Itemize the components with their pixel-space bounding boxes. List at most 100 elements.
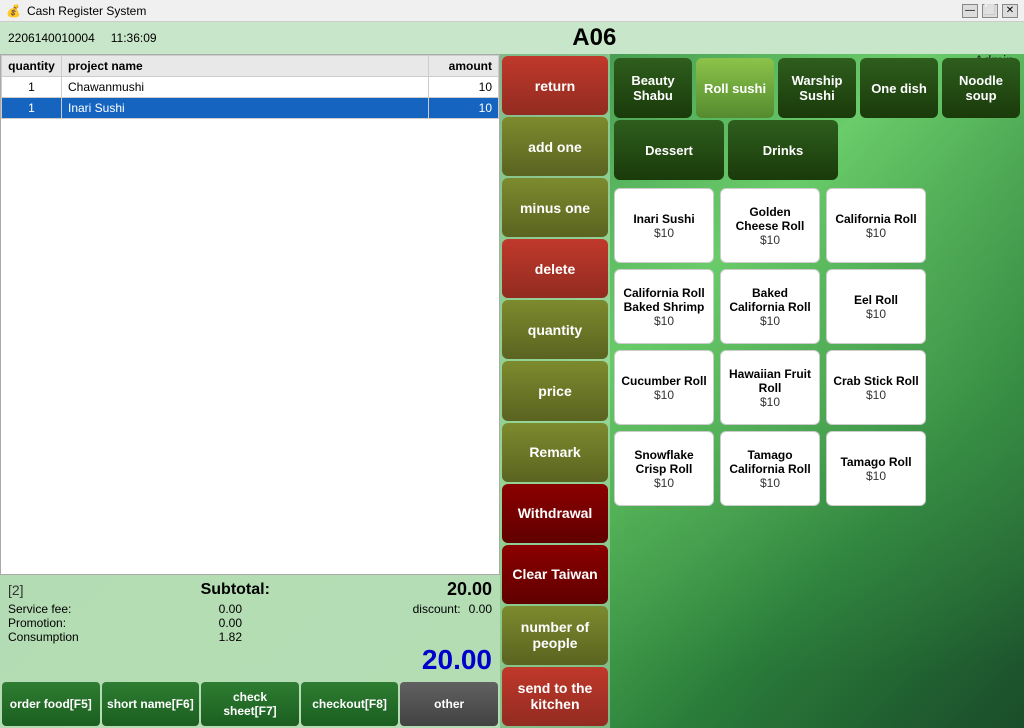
discount-label: discount: [413,602,461,616]
menu-item-price: $10 [760,395,780,409]
total-row: 20.00 [8,644,492,676]
title-bar-left: 💰 Cash Register System [6,4,146,18]
menu-item-name: Eel Roll [854,293,898,307]
menu-item[interactable]: Eel Roll $10 [826,269,926,344]
category-beauty-shabu[interactable]: Beauty Shabu [614,58,692,118]
row-qty: 1 [2,77,62,98]
clear-taiwan-button[interactable]: Clear Taiwan [502,545,608,604]
menu-item-price: $10 [866,226,886,240]
subtotal-label: Subtotal: [201,581,270,599]
withdrawal-button[interactable]: Withdrawal [502,484,608,543]
category-one-dish[interactable]: One dish [860,58,938,118]
menu-item-price: $10 [654,314,674,328]
menu-item-price: $10 [760,476,780,490]
category-row-2: Dessert Drinks [614,120,1020,180]
menu-item-price: $10 [654,476,674,490]
close-button[interactable]: ✕ [1002,4,1018,18]
remark-button[interactable]: Remark [502,423,608,482]
checkout-button[interactable]: checkout[F8] [301,682,399,726]
order-tbody: 1 Chawanmushi 10 1 Inari Sushi 10 [2,77,499,119]
category-drinks[interactable]: Drinks [728,120,838,180]
maximize-button[interactable]: ⬜ [982,4,998,18]
minus-one-button[interactable]: minus one [502,178,608,237]
menu-item-name: Tamago California Roll [727,448,813,476]
header-name: project name [62,56,429,77]
menu-item[interactable]: Tamago Roll $10 [826,431,926,506]
menu-item-name: California Roll [835,212,916,226]
menu-item-price: $10 [654,388,674,402]
category-dessert[interactable]: Dessert [614,120,724,180]
order-table: quantity project name amount 1 Chawanmus… [1,55,499,119]
row-amount: 10 [429,77,499,98]
fees-left: Service fee: 0.00 Promotion: 0.00 Consum… [8,602,242,644]
menu-item-name: Inari Sushi [633,212,694,226]
price-button[interactable]: price [502,361,608,420]
promotion-value: 0.00 [219,616,242,630]
title-bar: 💰 Cash Register System — ⬜ ✕ [0,0,1024,22]
menu-item[interactable]: Cucumber Roll $10 [614,350,714,425]
menu-item-price: $10 [866,307,886,321]
menu-item-name: Cucumber Roll [621,374,706,388]
action-buttons-column: return add one minus one delete quantity… [500,54,610,728]
menu-item[interactable]: Inari Sushi $10 [614,188,714,263]
info-bar: 2206140010004 11:36:09 A06 Admin [0,22,1024,54]
subtotal-row: [2] Subtotal: 20.00 [8,579,492,600]
footer-area: [2] Subtotal: 20.00 Service fee: 0.00 Pr… [0,575,500,680]
minimize-button[interactable]: — [962,4,978,18]
menu-item-price: $10 [866,469,886,483]
session-time: 11:36:09 [111,31,157,45]
row-name: Inari Sushi [62,98,429,119]
consumption-value: 1.82 [219,630,242,644]
menu-item[interactable]: Baked California Roll $10 [720,269,820,344]
menu-item-price: $10 [654,226,674,240]
window-controls[interactable]: — ⬜ ✕ [962,4,1018,18]
table-id: A06 [173,24,1016,52]
menu-item[interactable]: Snowflake Crisp Roll $10 [614,431,714,506]
table-row[interactable]: 1 Inari Sushi 10 [2,98,499,119]
menu-item[interactable]: California Roll $10 [826,188,926,263]
menu-item[interactable]: Tamago California Roll $10 [720,431,820,506]
menu-item-name: Baked California Roll [727,286,813,314]
menu-item[interactable]: Crab Stick Roll $10 [826,350,926,425]
session-id: 2206140010004 [8,31,95,45]
send-to-kitchen-button[interactable]: send to the kitchen [502,667,608,726]
subtotal-amount: 20.00 [447,579,492,600]
menu-item-name: Tamago Roll [840,455,911,469]
row-name: Chawanmushi [62,77,429,98]
header-qty: quantity [2,56,62,77]
order-food-button[interactable]: order food[F5] [2,682,100,726]
row-amount: 10 [429,98,499,119]
menu-item-price: $10 [866,388,886,402]
menu-item-price: $10 [760,233,780,247]
category-row-1: Beauty Shabu Roll sushi Warship Sushi On… [614,58,1020,118]
menu-item-name: Snowflake Crisp Roll [621,448,707,476]
category-noodle-soup[interactable]: Noodle soup [942,58,1020,118]
order-table-container: quantity project name amount 1 Chawanmus… [0,54,500,575]
menu-item[interactable]: Golden Cheese Roll $10 [720,188,820,263]
item-count: [2] [8,582,24,598]
discount-value: 0.00 [469,602,492,616]
delete-button[interactable]: delete [502,239,608,298]
category-warship-sushi[interactable]: Warship Sushi [778,58,856,118]
app-icon: 💰 [6,4,21,18]
add-one-button[interactable]: add one [502,117,608,176]
row-qty: 1 [2,98,62,119]
table-row[interactable]: 1 Chawanmushi 10 [2,77,499,98]
menu-item-name: Golden Cheese Roll [727,205,813,233]
service-fee-value: 0.00 [219,602,242,616]
check-sheet-button[interactable]: check sheet[F7] [201,682,299,726]
quantity-button[interactable]: quantity [502,300,608,359]
category-roll-sushi[interactable]: Roll sushi [696,58,774,118]
consumption-label: Consumption [8,630,79,644]
menu-item[interactable]: California Roll Baked Shrimp $10 [614,269,714,344]
number-of-people-button[interactable]: number of people [502,606,608,665]
app-title: Cash Register System [27,4,146,18]
service-fee-label: Service fee: [8,602,71,616]
left-panel: quantity project name amount 1 Chawanmus… [0,54,500,728]
short-name-button[interactable]: short name[F6] [102,682,200,726]
menu-item[interactable]: Hawaiian Fruit Roll $10 [720,350,820,425]
return-button[interactable]: return [502,56,608,115]
bottom-buttons: order food[F5] short name[F6] check shee… [0,680,500,728]
other-button[interactable]: other [400,682,498,726]
menu-item-name: California Roll Baked Shrimp [621,286,707,314]
